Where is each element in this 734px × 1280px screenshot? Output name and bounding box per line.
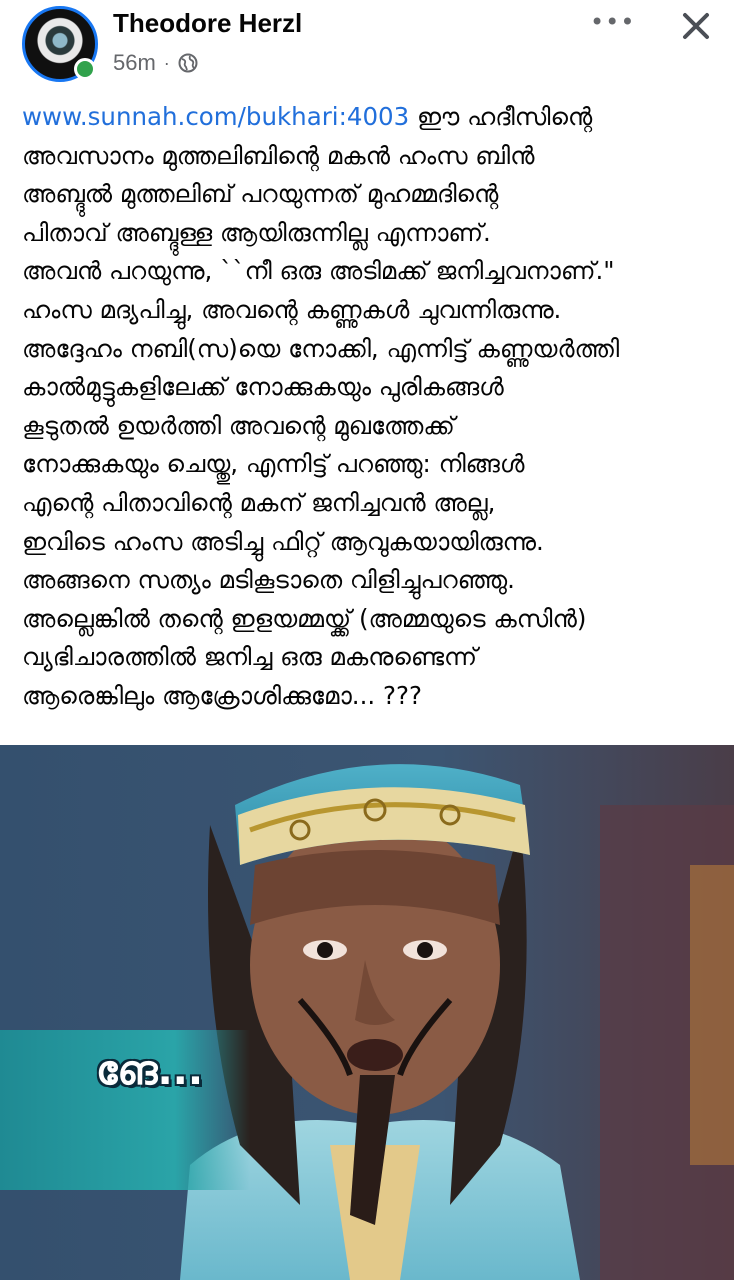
image-caption: ങേ... (96, 1048, 204, 1094)
post-meta: 56m · (113, 50, 198, 76)
profile-picture[interactable] (22, 6, 98, 82)
photo-illustration (0, 745, 734, 1280)
more-options-icon[interactable]: ••• (590, 8, 634, 38)
post-body: ഈ ഹദീസിന്റെ അവസാനം മുത്തലിബിന്റെ മകൻ ഹംസ… (22, 102, 620, 710)
post-link[interactable]: www.sunnah.com/bukhari:4003 (22, 102, 409, 131)
globe-icon[interactable] (178, 53, 198, 73)
close-icon[interactable] (674, 4, 718, 48)
online-status-dot (74, 58, 96, 80)
post-image[interactable] (0, 745, 734, 1280)
post-header: Theodore Herzl 56m · ••• (0, 0, 734, 95)
meta-separator: · (163, 52, 170, 73)
post-text: www.sunnah.com/bukhari:4003 ഈ ഹദീസിന്റെ … (22, 98, 722, 716)
post-time[interactable]: 56m (113, 50, 156, 76)
author-name[interactable]: Theodore Herzl (113, 8, 302, 39)
